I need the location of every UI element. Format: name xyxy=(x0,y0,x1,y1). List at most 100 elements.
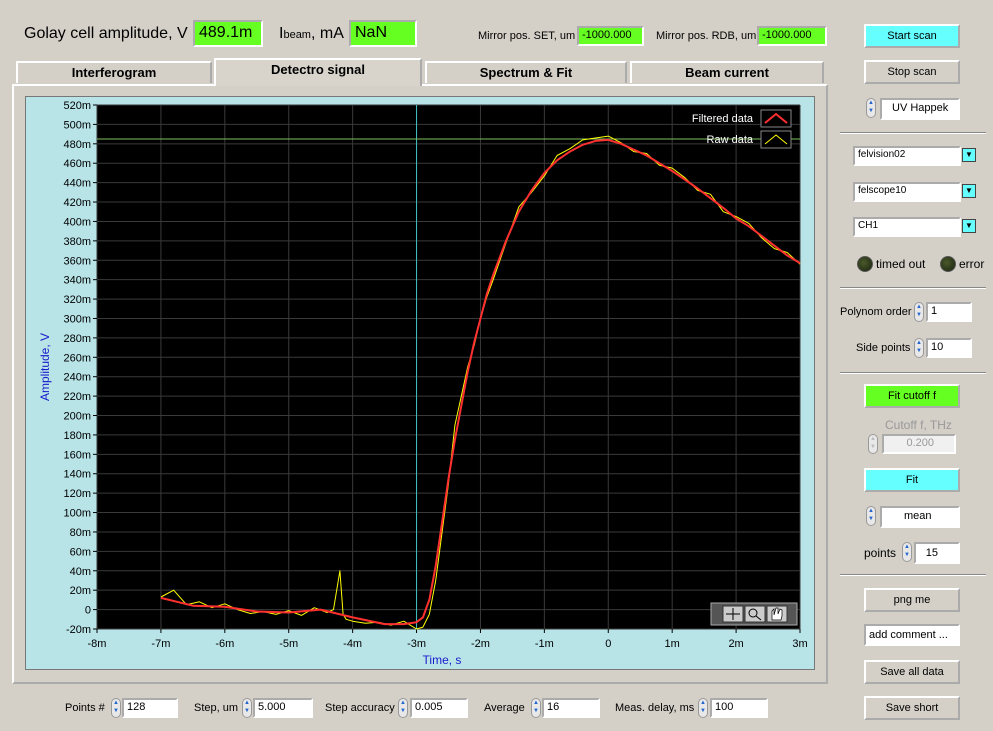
y-tick-label: 320m xyxy=(63,294,91,306)
step-spinner[interactable]: ▲ ▼ xyxy=(242,698,252,718)
separator-2 xyxy=(840,287,986,289)
zoom-tool-icon[interactable] xyxy=(744,605,766,623)
golay-value: 489.1m xyxy=(193,20,263,47)
fit-cutoff-button[interactable]: Fit cutoff f xyxy=(864,384,960,408)
separator-4 xyxy=(840,574,986,576)
meas-delay-field[interactable]: 100 xyxy=(710,698,768,718)
y-tick-label: 40m xyxy=(70,566,91,578)
x-tick-label: -4m xyxy=(343,638,362,650)
host1-dropdown-icon[interactable]: ▼ xyxy=(962,148,976,162)
step-accuracy-label: Step accuracy xyxy=(325,702,395,714)
mode-field[interactable]: UV Happek xyxy=(880,98,960,120)
points-label: points xyxy=(864,546,897,560)
y-tick-label: 140m xyxy=(63,469,91,481)
side-points-field[interactable]: 10 xyxy=(926,338,972,358)
add-comment-field[interactable]: add comment ... xyxy=(864,624,960,646)
x-tick-label: -8m xyxy=(88,638,107,650)
step-accuracy-spinner[interactable]: ▲ ▼ xyxy=(398,698,408,718)
png-me-button[interactable]: png me xyxy=(864,588,960,612)
channel-field[interactable]: CH1 xyxy=(853,217,961,237)
error-led-icon xyxy=(940,256,956,272)
golay-label: Golay cell amplitude, V xyxy=(24,25,188,42)
host2-field[interactable]: felscope10 xyxy=(853,182,961,202)
average-field[interactable]: 16 xyxy=(542,698,600,718)
host1-field[interactable]: felvision02 xyxy=(853,146,961,166)
side-points-label: Side points xyxy=(856,342,911,354)
mirror-set-label: Mirror pos. SET, um xyxy=(478,30,576,42)
average-label: Average xyxy=(484,702,525,714)
tab-interferogram[interactable]: Interferogram xyxy=(16,61,212,83)
host2-dropdown-icon[interactable]: ▼ xyxy=(962,184,976,198)
save-all-data-button[interactable]: Save all data xyxy=(864,660,960,684)
channel-dropdown-icon[interactable]: ▼ xyxy=(962,219,976,233)
legend-filtered-swatch xyxy=(760,109,792,128)
legend-raw-label: Raw data xyxy=(707,134,754,146)
tab-beam-current[interactable]: Beam current xyxy=(630,61,824,83)
y-tick-label: -20m xyxy=(66,624,91,636)
y-tick-label: 200m xyxy=(63,411,91,423)
x-tick-label: 0 xyxy=(605,638,611,650)
stop-scan-button[interactable]: Stop scan xyxy=(864,60,960,84)
side-points-spinner[interactable]: ▲ ▼ xyxy=(914,338,924,358)
meas-delay-label: Meas. delay, ms xyxy=(615,702,695,714)
points-spinner[interactable]: ▲ ▼ xyxy=(902,542,912,562)
points-count-label: Points # xyxy=(65,702,105,714)
y-tick-label: 260m xyxy=(63,352,91,364)
y-tick-label: 500m xyxy=(63,119,91,131)
x-tick-label: -1m xyxy=(535,638,554,650)
y-tick-label: 20m xyxy=(70,585,91,597)
timed-out-label: timed out xyxy=(876,257,926,271)
y-tick-label: 180m xyxy=(63,430,91,442)
y-tick-label: 280m xyxy=(63,333,91,345)
x-tick-label: -5m xyxy=(279,638,298,650)
average-spinner[interactable]: ▲ ▼ xyxy=(531,698,541,718)
tab-detectro-signal[interactable]: Detectro signal xyxy=(214,58,422,86)
start-scan-button[interactable]: Start scan xyxy=(864,24,960,48)
x-tick-label: -3m xyxy=(407,638,426,650)
x-tick-label: 2m xyxy=(728,638,743,650)
y-tick-label: 240m xyxy=(63,372,91,384)
y-tick-label: 520m xyxy=(63,100,91,112)
cutoff-spinner[interactable]: ▲ ▼ xyxy=(868,434,878,454)
fit-button[interactable]: Fit xyxy=(864,468,960,492)
timed-out-led-icon xyxy=(857,256,873,272)
ibeam-label-sub: beam xyxy=(283,29,311,41)
error-label: error xyxy=(959,257,985,271)
y-tick-label: 80m xyxy=(70,527,91,539)
y-tick-label: 100m xyxy=(63,508,91,520)
points-count-spinner[interactable]: ▲ ▼ xyxy=(111,698,121,718)
separator-3 xyxy=(840,372,986,374)
plot-area[interactable] xyxy=(97,105,800,629)
points-count-field[interactable]: 128 xyxy=(122,698,178,718)
y-tick-label: 460m xyxy=(63,158,91,170)
cutoff-label: Cutoff f, THz xyxy=(885,418,952,432)
y-axis-label: Amplitude, V xyxy=(38,333,52,401)
detector-signal-chart[interactable]: 520m 500m 480m 460m 440m 420m 400m 380m 360m 340m… xyxy=(25,96,815,670)
save-short-button[interactable]: Save short xyxy=(864,696,960,720)
y-tick-label: 360m xyxy=(63,255,91,267)
polynom-order-spinner[interactable]: ▲ ▼ xyxy=(914,302,924,322)
tab-spectrum-fit[interactable]: Spectrum & Fit xyxy=(425,61,627,83)
mean-field[interactable]: mean xyxy=(880,506,960,528)
mirror-rdb-label: Mirror pos. RDB, um xyxy=(656,30,757,42)
y-tick-label: 60m xyxy=(70,546,91,558)
legend-filtered-label: Filtered data xyxy=(692,113,754,125)
x-tick-label: 1m xyxy=(665,638,680,650)
cutoff-field[interactable]: 0.200 xyxy=(882,434,956,454)
meas-delay-spinner[interactable]: ▲ ▼ xyxy=(698,698,708,718)
legend-raw-swatch xyxy=(760,130,792,149)
graph-palette xyxy=(710,602,798,626)
y-tick-label: 440m xyxy=(63,178,91,190)
x-tick-label: 3m xyxy=(792,638,807,650)
points-field[interactable]: 15 xyxy=(914,542,960,564)
mode-spinner[interactable]: ▲ ▼ xyxy=(866,98,876,118)
y-tick-label: 160m xyxy=(63,449,91,461)
y-tick-label: 420m xyxy=(63,197,91,209)
polynom-order-field[interactable]: 1 xyxy=(926,302,972,322)
separator-1 xyxy=(840,132,986,134)
mean-spinner[interactable]: ▲ ▼ xyxy=(866,506,876,526)
ibeam-label-unit: , mA xyxy=(310,25,344,42)
y-tick-label: 400m xyxy=(63,216,91,228)
step-field[interactable]: 5.000 xyxy=(253,698,313,718)
step-accuracy-field[interactable]: 0.005 xyxy=(410,698,468,718)
